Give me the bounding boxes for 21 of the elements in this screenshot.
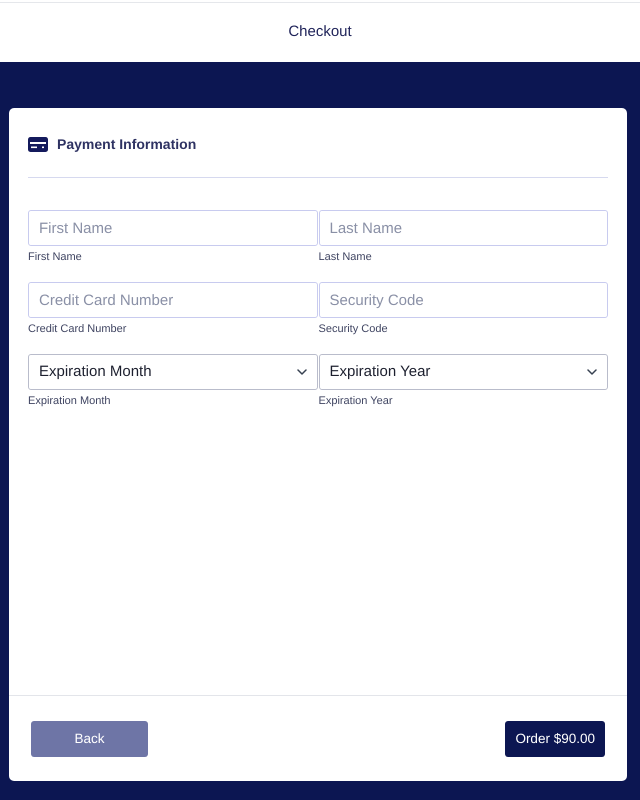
- dropdown-value: Expiration Month: [39, 362, 152, 382]
- dropdown-field[interactable]: Expiration Month: [28, 354, 318, 390]
- input-field[interactable]: First Name: [28, 210, 318, 246]
- credit-card-icon: [28, 137, 48, 152]
- chevron-down-icon: [587, 369, 597, 375]
- section-title: Payment Information: [57, 135, 196, 154]
- back-button[interactable]: Back: [31, 721, 148, 757]
- field-label: Expiration Month: [28, 394, 111, 408]
- dropdown-field[interactable]: Expiration Year: [318, 354, 608, 390]
- page-title: Checkout: [288, 22, 352, 42]
- input-field[interactable]: Last Name: [318, 210, 608, 246]
- field-label: First Name: [28, 250, 82, 264]
- field-label: Credit Card Number: [28, 322, 126, 336]
- chevron-down-icon: [296, 369, 306, 375]
- order-button[interactable]: Order $90.00: [505, 721, 605, 757]
- field-label: Expiration Year: [318, 394, 392, 408]
- dropdown-value: Expiration Year: [330, 362, 430, 382]
- field-label: Last Name: [318, 250, 372, 264]
- input-field[interactable]: Credit Card Number: [28, 282, 318, 318]
- input-field[interactable]: Security Code: [318, 282, 608, 318]
- field-label: Security Code: [318, 322, 388, 336]
